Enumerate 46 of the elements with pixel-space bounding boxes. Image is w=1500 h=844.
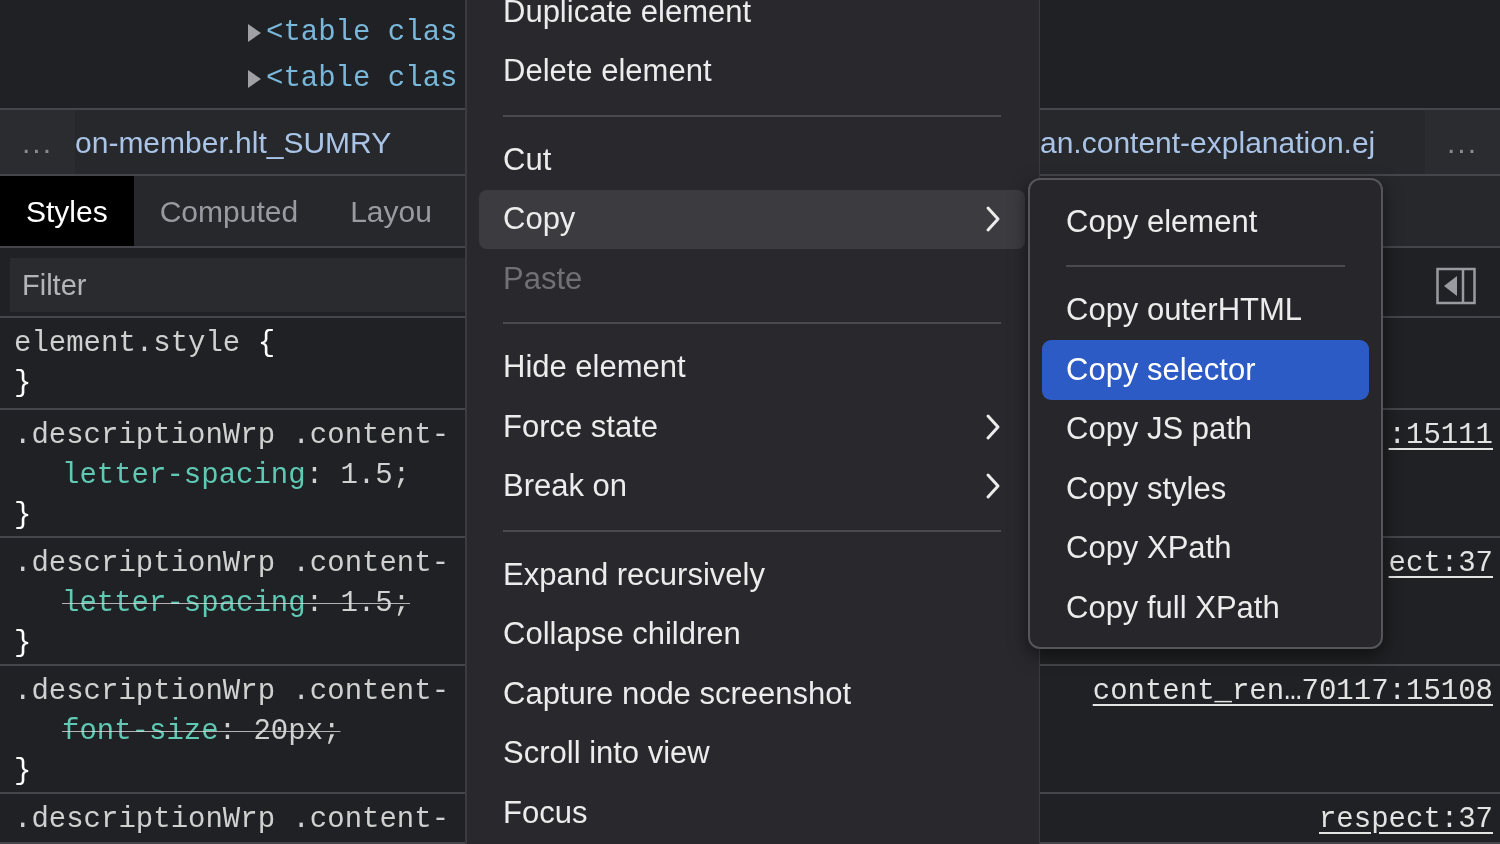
menu-item[interactable]: Capture node screenshot (479, 664, 1025, 724)
closing-brace: } (14, 626, 33, 662)
panel-tab[interactable]: Layou (324, 176, 458, 246)
css-selector: .descriptionWrp .content- (14, 802, 451, 838)
source-link[interactable]: ect:37 (1388, 547, 1493, 580)
source-link[interactable]: respect:37 (1318, 803, 1493, 836)
breadcrumb-item[interactable]: an.content-explanation.ej (1040, 119, 1425, 165)
menu-item[interactable]: Hide element (479, 337, 1025, 397)
menu-item[interactable]: Copy JS path (1042, 399, 1369, 459)
menu-item[interactable]: Copy element (1042, 192, 1369, 252)
menu-item[interactable]: Expand recursively (479, 545, 1025, 605)
css-declaration[interactable]: letter-spacing: 1.5; (14, 456, 465, 496)
menu-item[interactable]: Copy (479, 189, 1025, 249)
menu-item[interactable]: Copy outerHTML (1042, 280, 1369, 340)
closing-brace: } (14, 498, 33, 534)
menu-item[interactable]: Copy selector (1042, 340, 1369, 400)
menu-item[interactable]: Break on (479, 456, 1025, 516)
css-selector: .descriptionWrp .content- (14, 418, 451, 454)
chevron-right-icon (985, 205, 1001, 234)
menu-item[interactable]: Focus (479, 783, 1025, 843)
source-link[interactable]: content_ren…70117:15108 (1092, 675, 1493, 708)
css-selector: element.style { (14, 326, 277, 362)
closing-brace: } (14, 366, 33, 402)
panel-tab[interactable]: Styles (0, 176, 134, 246)
chevron-right-icon (985, 472, 1001, 501)
menu-item[interactable]: Collapse children (479, 604, 1025, 664)
css-selector: .descriptionWrp .content- (14, 674, 451, 710)
panel-tab[interactable]: Computed (133, 176, 325, 246)
menu-item[interactable]: Force state (479, 397, 1025, 457)
menu-item[interactable]: Cut (479, 130, 1025, 190)
menu-item[interactable]: Copy XPath (1042, 518, 1369, 578)
menu-item[interactable]: Copy full XPath (1042, 578, 1369, 638)
breadcrumb-item[interactable]: on-member.hlt_SUMRY (75, 119, 392, 165)
menu-item[interactable]: Scroll into view (479, 723, 1025, 783)
collapsed-triangle-icon[interactable] (246, 23, 262, 43)
element-tag[interactable]: <table clas (266, 57, 458, 101)
element-tag[interactable]: <table clas (266, 11, 458, 55)
chevron-right-icon (985, 412, 1001, 441)
closing-brace: } (14, 754, 33, 790)
sidebar-toggle-icon (1436, 267, 1476, 305)
css-selector: .descriptionWrp .content- (14, 546, 451, 582)
menu-item[interactable]: Copy styles (1042, 459, 1369, 519)
menu-item[interactable]: Delete element (479, 41, 1025, 101)
filter-field[interactable]: Filter (10, 258, 465, 312)
source-link[interactable]: :15111 (1388, 419, 1493, 452)
collapsed-triangle-icon[interactable] (246, 69, 262, 89)
